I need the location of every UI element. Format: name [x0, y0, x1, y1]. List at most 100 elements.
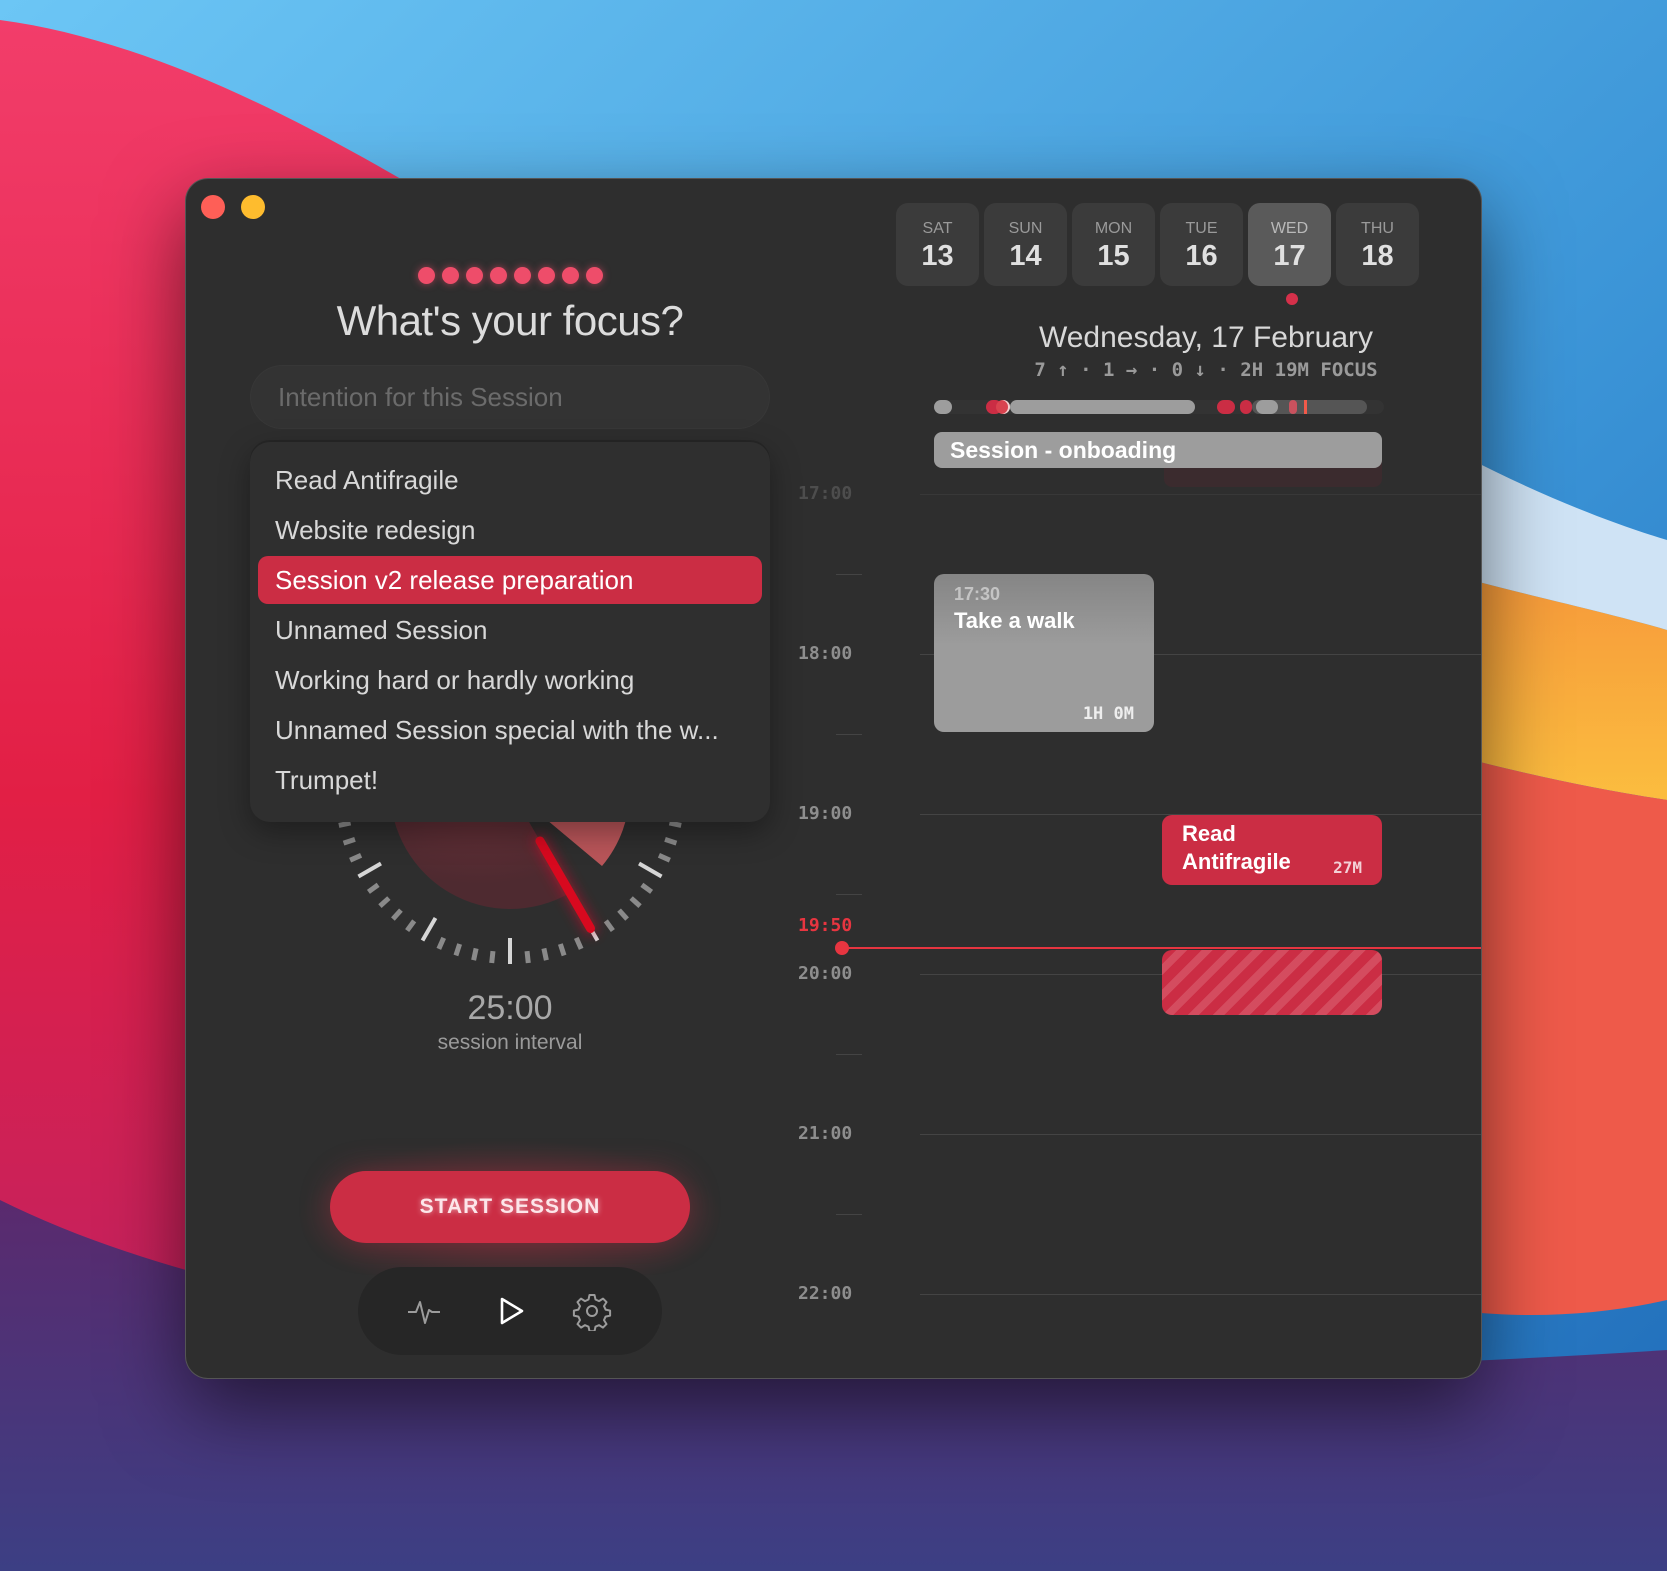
- dial-minor-tick: [629, 896, 642, 908]
- day-number: 15: [1097, 240, 1130, 272]
- day-number: 18: [1361, 240, 1394, 272]
- day-tab-tue[interactable]: TUE 16: [1160, 203, 1243, 286]
- day-name: MON: [1094, 220, 1133, 237]
- progress-dot: [562, 267, 579, 284]
- intention-suggestions-list: Read Antifragile Website redesign Sessio…: [250, 442, 770, 822]
- app-window: What's your focus? Read Antifragile Webs…: [186, 179, 1481, 1378]
- overview-now-marker: [1304, 400, 1307, 414]
- dial-minor-tick: [453, 943, 463, 957]
- day-tab-mon[interactable]: MON 15: [1072, 203, 1155, 286]
- dial-minor-tick: [342, 836, 356, 846]
- overview-segment: [934, 400, 952, 414]
- play-icon[interactable]: [490, 1291, 530, 1331]
- gear-icon[interactable]: [572, 1291, 612, 1333]
- event-duration: 27M: [1333, 858, 1362, 877]
- suggestion-item[interactable]: Read Antifragile: [258, 456, 762, 504]
- suggestion-item[interactable]: Unnamed Session special with the w...: [258, 706, 762, 754]
- dial-major-tick: [357, 861, 382, 879]
- progress-dot: [442, 267, 459, 284]
- current-time-line: [842, 947, 1481, 949]
- event-take-a-walk[interactable]: 17:30 Take a walk 1H 0M: [934, 574, 1154, 732]
- event-title: Read Antifragile: [1182, 821, 1291, 874]
- dial-minor-tick: [541, 947, 549, 961]
- dial-minor-tick: [489, 950, 496, 964]
- overview-segment: [1240, 400, 1252, 414]
- suggestion-item[interactable]: Trumpet!: [258, 756, 762, 804]
- half-hour-tick: [836, 1214, 862, 1215]
- day-overview-bar[interactable]: [934, 400, 1384, 414]
- event-in-progress[interactable]: [1162, 950, 1382, 1015]
- progress-dot: [586, 267, 603, 284]
- hour-line: [920, 1294, 1481, 1295]
- day-number: 16: [1185, 240, 1218, 272]
- half-hour-tick: [836, 1054, 862, 1055]
- day-tab-thu[interactable]: THU 18: [1336, 203, 1419, 286]
- hour-label: 17:00: [798, 483, 853, 504]
- today-indicator-dot: [1286, 293, 1298, 305]
- progress-dot: [490, 267, 507, 284]
- overview-segment: [1010, 400, 1195, 414]
- dial-minor-tick: [471, 947, 479, 961]
- half-hour-tick: [836, 894, 862, 895]
- dial-major-tick: [638, 861, 663, 879]
- overview-segment: [1256, 400, 1278, 414]
- overview-segment: [996, 400, 1010, 414]
- day-name: WED: [1270, 220, 1309, 237]
- dial-minor-tick: [349, 853, 363, 863]
- dial-minor-tick: [668, 820, 682, 828]
- bottom-toolbar: [358, 1267, 662, 1355]
- overview-segment: [1289, 400, 1297, 414]
- event-title: Take a walk: [954, 608, 1075, 633]
- overview-segment: [1217, 400, 1235, 414]
- current-time-dot: [835, 941, 849, 955]
- day-name: THU: [1361, 220, 1394, 237]
- session-dial[interactable]: [186, 779, 834, 1179]
- event-read-antifragile[interactable]: Read Antifragile 27M: [1162, 815, 1382, 885]
- half-hour-tick: [836, 734, 862, 735]
- day-name: TUE: [1185, 220, 1218, 237]
- day-name: SUN: [1008, 220, 1043, 237]
- hour-label: 22:00: [798, 1283, 853, 1304]
- dial-major-tick: [420, 917, 438, 942]
- focus-title: What's your focus?: [336, 297, 684, 344]
- day-tab-sat[interactable]: SAT 13: [896, 203, 979, 286]
- start-session-button[interactable]: START SESSION: [330, 1171, 690, 1243]
- progress-dot: [466, 267, 483, 284]
- progress-dot: [538, 267, 555, 284]
- all-day-event[interactable]: Session - onboading: [934, 432, 1382, 468]
- day-number: 14: [1009, 240, 1042, 272]
- intention-input[interactable]: [250, 365, 770, 429]
- day-tab-sun[interactable]: SUN 14: [984, 203, 1067, 286]
- day-number: 13: [921, 240, 954, 272]
- hour-line: [920, 494, 1481, 495]
- suggestion-item-selected[interactable]: Session v2 release preparation: [258, 556, 762, 604]
- day-stats: 7 ↑ · 1 → · 0 ↓ · 2H 19M FOCUS: [1034, 359, 1378, 381]
- minimize-window-button[interactable]: [241, 195, 265, 219]
- dial-minor-tick: [640, 882, 654, 894]
- suggestion-item[interactable]: Website redesign: [258, 506, 762, 554]
- close-window-button[interactable]: [201, 195, 225, 219]
- progress-dot: [418, 267, 435, 284]
- dial-minor-tick: [436, 936, 446, 950]
- dial-minor-tick: [617, 908, 629, 921]
- dial-minor-tick: [405, 919, 417, 933]
- dial-minor-tick: [657, 853, 671, 863]
- dial-minor-tick: [366, 882, 380, 894]
- dial-minor-tick: [391, 908, 403, 921]
- day-name: SAT: [922, 220, 953, 237]
- day-number: 17: [1273, 240, 1306, 272]
- week-day-selector: SAT 13 SUN 14 MON 15 TUE 16 WED 17 THU 1…: [896, 203, 1419, 286]
- progress-dot: [514, 267, 531, 284]
- dial-minor-tick: [524, 950, 531, 964]
- dial-minor-tick: [557, 943, 567, 957]
- day-tab-wed-selected[interactable]: WED 17: [1248, 203, 1331, 286]
- dial-minor-tick: [378, 896, 391, 908]
- suggestion-item[interactable]: Unnamed Session: [258, 606, 762, 654]
- date-title: Wednesday, 17 February: [1038, 321, 1374, 354]
- half-hour-tick: [836, 574, 862, 575]
- dial-minor-tick: [664, 836, 678, 846]
- activity-pulse-icon[interactable]: [404, 1291, 444, 1331]
- dial-minor-tick: [603, 919, 615, 933]
- session-progress-dots: [418, 267, 603, 284]
- suggestion-item[interactable]: Working hard or hardly working: [258, 656, 762, 704]
